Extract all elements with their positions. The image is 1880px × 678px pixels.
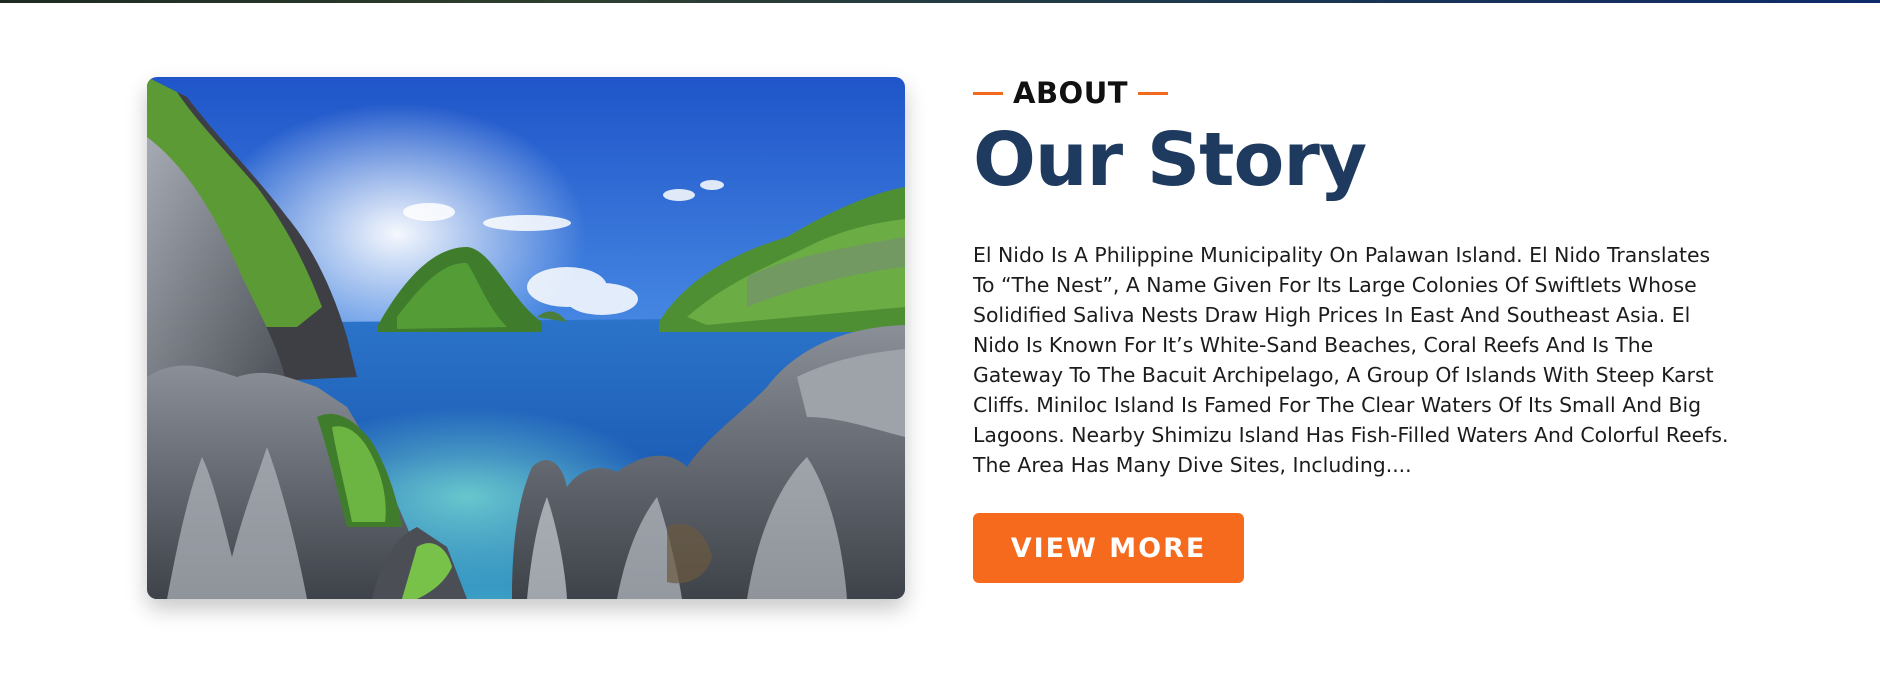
lagoon-photo <box>147 77 905 599</box>
about-content: ABOUT Our Story El Nido Is A Philippine … <box>973 70 1743 583</box>
about-section: ABOUT Our Story El Nido Is A Philippine … <box>0 0 1880 678</box>
eyebrow-line-left <box>973 91 1003 95</box>
view-more-button[interactable]: VIEW MORE <box>973 513 1244 583</box>
about-description: El Nido Is A Philippine Municipality On … <box>973 243 1729 477</box>
eyebrow-label: ABOUT <box>1013 76 1129 110</box>
section-eyebrow: ABOUT <box>973 70 1743 116</box>
eyebrow-line-right <box>1138 91 1169 95</box>
section-title: Our Story <box>973 117 1367 203</box>
